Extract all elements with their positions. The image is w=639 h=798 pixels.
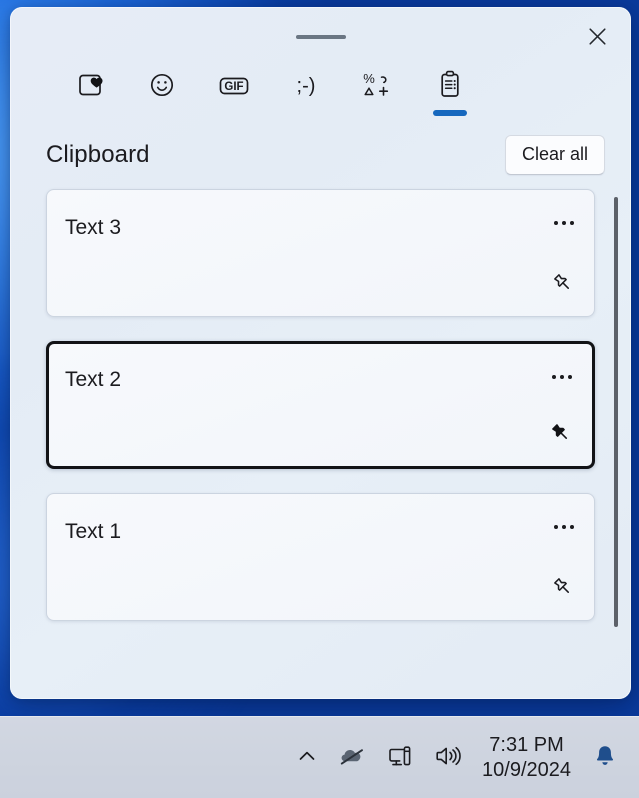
more-options-icon bbox=[554, 525, 558, 529]
more-options-button[interactable] bbox=[544, 206, 584, 240]
page-title: Clipboard bbox=[46, 141, 150, 168]
tab-active-indicator bbox=[433, 110, 467, 116]
tab-gif[interactable]: GIF bbox=[198, 63, 270, 121]
pin-outline-icon bbox=[551, 575, 575, 602]
volume-button[interactable] bbox=[424, 727, 472, 789]
onedrive-button[interactable] bbox=[328, 727, 376, 789]
clipboard-items-list: Text 3 Text 2 Text 1 bbox=[10, 183, 631, 665]
show-hidden-icons-button[interactable] bbox=[286, 727, 328, 789]
pin-button[interactable] bbox=[544, 266, 582, 302]
clipboard-item-card[interactable]: Text 1 bbox=[46, 493, 595, 621]
taskbar: 7:31 PM 10/9/2024 bbox=[0, 716, 639, 798]
recent-favorites-heart-icon bbox=[74, 67, 106, 103]
emoji-smiley-icon bbox=[146, 67, 178, 103]
panel-topbar bbox=[10, 7, 631, 63]
more-options-button[interactable] bbox=[544, 510, 584, 544]
clipboard-history-panel: GIF ;-) % Clipboard Clear all Text 3 Tex… bbox=[10, 7, 631, 699]
clipboard-item-text: Text 2 bbox=[65, 368, 122, 391]
clear-all-button[interactable]: Clear all bbox=[504, 135, 605, 175]
clock-time: 7:31 PM bbox=[489, 734, 564, 757]
list-header: Clipboard Clear all bbox=[10, 125, 631, 183]
onedrive-offline-icon bbox=[337, 741, 367, 774]
tab-symbols[interactable]: % bbox=[342, 63, 414, 121]
drag-handle[interactable] bbox=[295, 35, 346, 39]
clock-button[interactable]: 7:31 PM 10/9/2024 bbox=[472, 727, 581, 789]
close-button[interactable] bbox=[575, 17, 619, 55]
pin-button[interactable] bbox=[542, 416, 580, 452]
close-icon bbox=[587, 26, 608, 47]
notification-button[interactable] bbox=[581, 727, 629, 789]
pin-outline-icon bbox=[551, 271, 575, 298]
tab-emoji[interactable] bbox=[126, 63, 198, 121]
clipboard-item-text: Text 3 bbox=[65, 216, 122, 239]
kaomoji-icon: ;-) bbox=[286, 67, 326, 103]
clipboard-icon bbox=[434, 67, 466, 103]
pin-filled-icon bbox=[549, 421, 573, 448]
tab-kaomoji[interactable]: ;-) bbox=[270, 63, 342, 121]
notification-bell-icon bbox=[591, 742, 619, 773]
scrollbar-thumb[interactable] bbox=[614, 197, 618, 627]
list-scrollbar[interactable] bbox=[614, 197, 618, 645]
tab-clipboard[interactable] bbox=[414, 63, 486, 121]
more-options-button[interactable] bbox=[542, 360, 582, 394]
gif-icon: GIF bbox=[215, 67, 253, 103]
clipboard-item-card[interactable]: Text 2 bbox=[46, 341, 595, 469]
pin-button[interactable] bbox=[544, 570, 582, 606]
chevron-up-icon bbox=[295, 744, 319, 771]
speaker-volume-icon bbox=[433, 741, 463, 774]
svg-text:%: % bbox=[363, 71, 375, 86]
network-monitor-icon bbox=[385, 741, 415, 774]
more-options-icon bbox=[552, 375, 556, 379]
svg-text:GIF: GIF bbox=[224, 81, 243, 93]
network-button[interactable] bbox=[376, 727, 424, 789]
clipboard-item-card[interactable]: Text 3 bbox=[46, 189, 595, 317]
tab-strip: GIF ;-) % bbox=[10, 63, 631, 125]
clipboard-item-text: Text 1 bbox=[65, 520, 122, 543]
clock-date: 10/9/2024 bbox=[482, 758, 571, 781]
more-options-icon bbox=[554, 221, 558, 225]
tab-recent[interactable] bbox=[54, 63, 126, 121]
svg-text:;-): ;-) bbox=[297, 75, 316, 97]
symbols-icon: % bbox=[359, 67, 397, 103]
desktop-wallpaper: GIF ;-) % Clipboard Clear all Text 3 Tex… bbox=[0, 0, 639, 798]
